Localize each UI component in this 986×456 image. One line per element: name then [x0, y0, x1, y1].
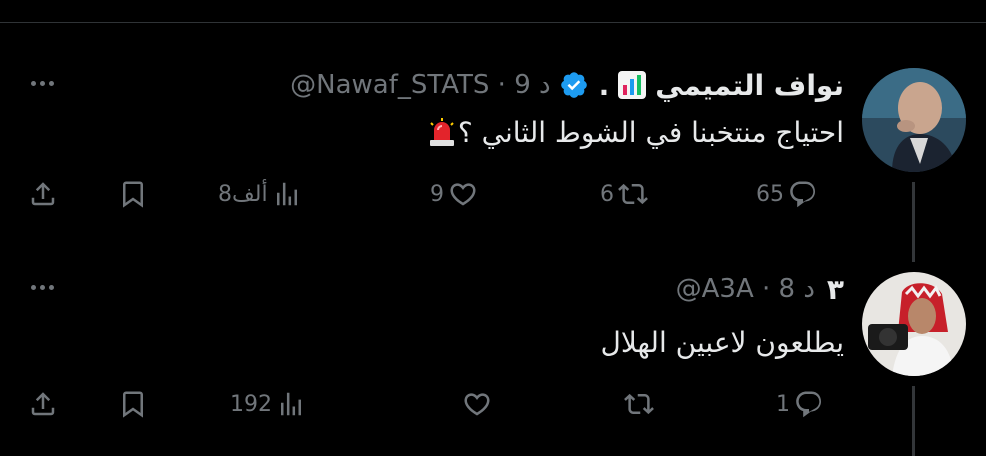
tweet-header: نواف التميمي . @Nawaf_STATS · 9 د — [290, 64, 844, 106]
bookmark-icon — [118, 389, 148, 419]
share-button[interactable] — [28, 174, 58, 214]
views-icon — [272, 179, 302, 209]
heart-icon — [462, 389, 492, 419]
tweet-header: ٣ @A3A · 8 د — [676, 268, 844, 310]
views-icon — [276, 389, 306, 419]
siren-icon — [426, 116, 458, 148]
more-options-button[interactable] — [22, 68, 62, 98]
like-count: 9 — [430, 181, 444, 207]
top-divider — [0, 22, 986, 23]
share-icon — [28, 389, 58, 419]
tweet[interactable]: ٣ @A3A · 8 د يطلعون لاعبين الهلال 1 192 — [0, 264, 986, 456]
tweet-text-row: يطلعون لاعبين الهلال — [600, 320, 844, 364]
like-button[interactable]: 9 — [430, 174, 478, 214]
retweet-icon — [624, 389, 654, 419]
reply-icon — [788, 179, 818, 209]
retweet-button[interactable] — [624, 384, 654, 424]
display-name[interactable]: ٣ — [827, 273, 844, 306]
tweet-text-row: احتياج منتخبنا في الشوط الثاني ؟ — [414, 110, 844, 154]
reply-count: 65 — [756, 181, 784, 207]
tweet-text: يطلعون لاعبين الهلال — [600, 325, 844, 359]
reply-count: 1 — [776, 391, 790, 417]
action-bar: 65 6 9 8ألف — [0, 174, 986, 214]
action-bar: 1 192 — [0, 384, 986, 424]
bookmark-icon — [118, 179, 148, 209]
name-suffix-dot: . — [598, 68, 610, 102]
share-button[interactable] — [28, 384, 58, 424]
retweet-button[interactable]: 6 — [600, 174, 648, 214]
bookmark-button[interactable] — [118, 384, 148, 424]
handle-and-time[interactable]: @Nawaf_STATS · 9 د — [290, 70, 550, 100]
heart-icon — [448, 179, 478, 209]
bookmark-button[interactable] — [118, 174, 148, 214]
reply-button[interactable]: 65 — [756, 174, 818, 214]
chart-icon — [617, 70, 647, 100]
avatar[interactable] — [862, 272, 966, 376]
views-count: 8ألف — [218, 181, 268, 207]
views-count: 192 — [230, 391, 272, 417]
tweet-text: احتياج منتخبنا في الشوط الثاني ؟ — [457, 115, 844, 149]
display-name[interactable]: نواف التميمي — [655, 69, 844, 102]
verified-badge-icon — [559, 70, 589, 100]
avatar[interactable] — [862, 68, 966, 172]
handle-and-time[interactable]: @A3A · 8 د — [676, 274, 815, 304]
reply-button[interactable]: 1 — [776, 384, 824, 424]
tweet[interactable]: نواف التميمي . @Nawaf_STATS · 9 د احتياج… — [0, 60, 986, 262]
share-icon — [28, 179, 58, 209]
views-button[interactable]: 192 — [230, 384, 306, 424]
views-button[interactable]: 8ألف — [218, 174, 302, 214]
like-button[interactable] — [462, 384, 492, 424]
retweet-count: 6 — [600, 181, 614, 207]
more-options-button[interactable] — [22, 272, 62, 302]
reply-icon — [794, 389, 824, 419]
retweet-icon — [618, 179, 648, 209]
